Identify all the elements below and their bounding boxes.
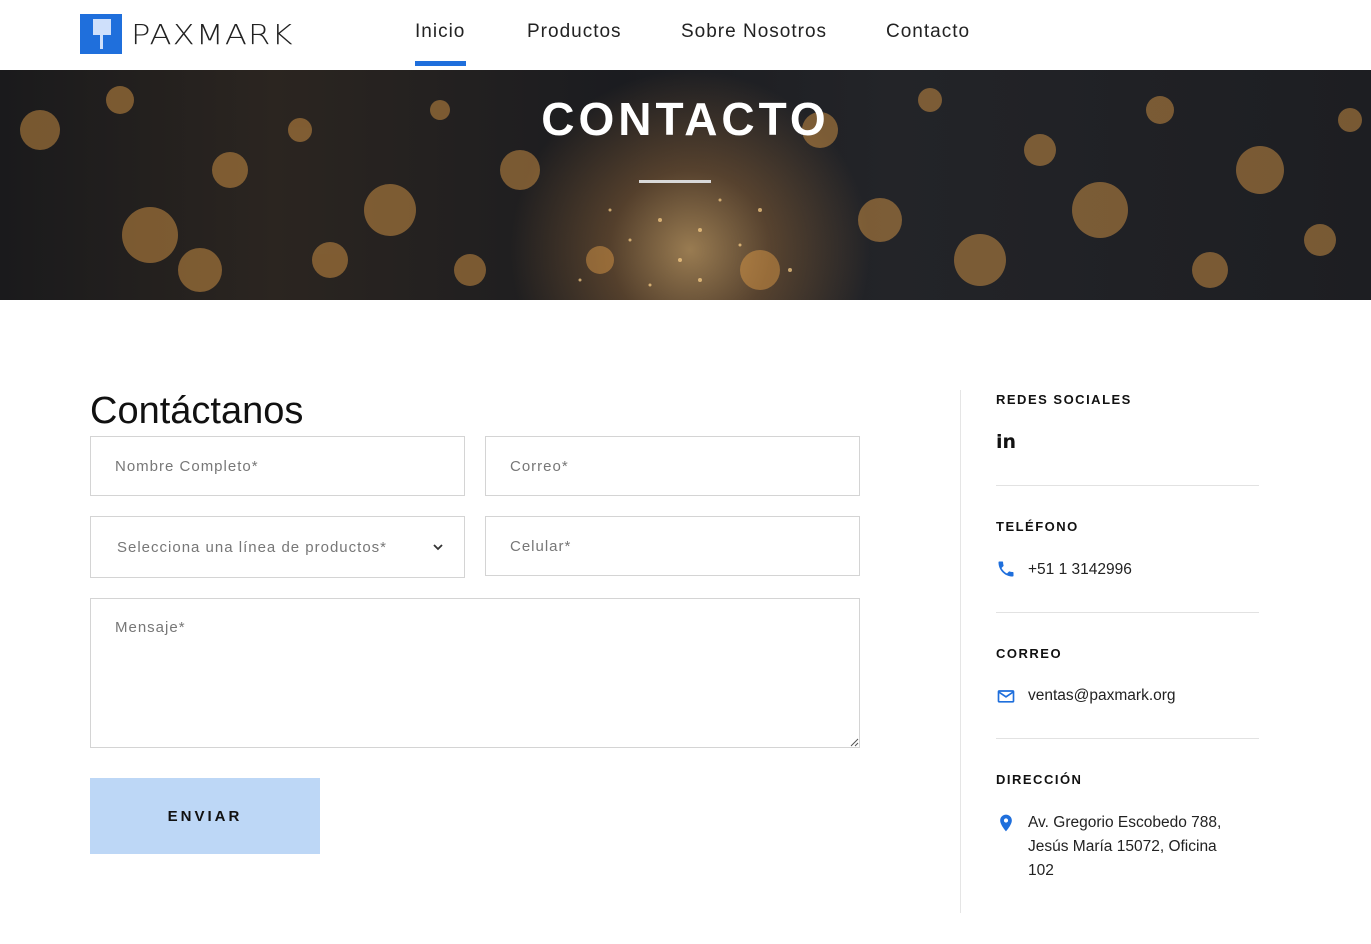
product-line-select[interactable]: Selecciona una línea de productos* — [90, 516, 465, 578]
page-title: CONTACTO — [541, 93, 830, 145]
submit-button[interactable]: ENVIAR — [90, 778, 320, 854]
chevron-down-icon — [433, 544, 443, 551]
nav-item-inicio[interactable]: Inicio — [415, 21, 467, 66]
address-line: Jesús María 15072, Oficina — [1028, 838, 1217, 855]
phone-number[interactable]: +51 1 3142996 — [1028, 558, 1132, 582]
hero-banner: CONTACTO — [0, 70, 1371, 300]
mail-icon — [997, 690, 1015, 703]
full-name-input[interactable] — [90, 436, 465, 496]
resize-handle-icon[interactable] — [849, 737, 859, 747]
address-line: 102 — [1028, 862, 1054, 879]
logo-icon — [80, 14, 122, 54]
address-heading: DIRECCIÓN — [996, 772, 1083, 787]
location-pin-icon — [1000, 814, 1012, 832]
phone-row: +51 1 3142996 — [996, 558, 1132, 582]
email-heading: CORREO — [996, 646, 1063, 661]
nav-item-sobre-nosotros[interactable]: Sobre Nosotros — [681, 21, 827, 43]
phone-input[interactable] — [485, 516, 860, 576]
nav-item-productos[interactable]: Productos — [527, 21, 622, 43]
sidebar-divider — [960, 390, 961, 913]
sidebar-separator — [996, 738, 1259, 739]
email-input[interactable] — [485, 436, 860, 496]
phone-heading: TELÉFONO — [996, 519, 1079, 534]
product-line-select-label: Selecciona una línea de productos* — [117, 538, 388, 556]
address-text: Av. Gregorio Escobedo 788, Jesús María 1… — [1028, 811, 1221, 883]
address-line: Av. Gregorio Escobedo 788, — [1028, 814, 1222, 831]
email-address[interactable]: ventas@paxmark.org — [1028, 684, 1176, 708]
nav-item-contacto[interactable]: Contacto — [886, 21, 970, 43]
form-title: Contáctanos — [90, 390, 304, 432]
address-row: Av. Gregorio Escobedo 788, Jesús María 1… — [996, 811, 1221, 883]
logo-text: PAXMARK — [131, 17, 294, 51]
message-textarea[interactable] — [90, 598, 860, 748]
brand-logo[interactable]: PAXMARK — [80, 14, 293, 54]
sidebar-separator — [996, 612, 1259, 613]
title-divider — [639, 180, 711, 183]
social-heading: REDES SOCIALES — [996, 392, 1132, 407]
phone-icon — [998, 561, 1014, 577]
sidebar-separator — [996, 485, 1259, 486]
email-row: ventas@paxmark.org — [996, 684, 1176, 708]
site-header: PAXMARK Inicio Productos Sobre Nosotros … — [0, 0, 1371, 70]
linkedin-icon[interactable]: in — [996, 431, 1016, 453]
